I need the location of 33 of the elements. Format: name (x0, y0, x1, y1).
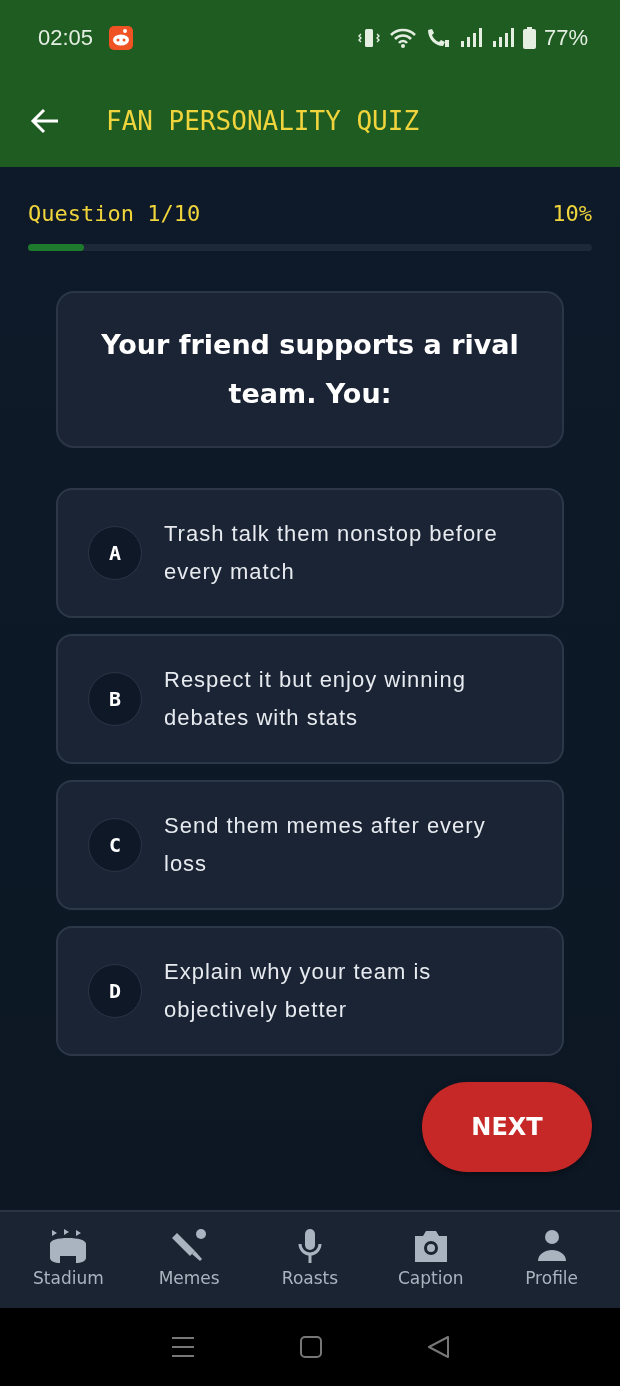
option-text: Trash talk them nonstop before every match (164, 520, 499, 587)
stadium-icon (49, 1228, 88, 1265)
battery-icon (522, 26, 536, 49)
menu-icon[interactable] (171, 1336, 195, 1358)
next-button[interactable]: NEXT (422, 1082, 592, 1173)
question-counter: Question 1/10 (28, 200, 201, 228)
battery-percent: 77% (543, 24, 588, 52)
option-text: Respect it but enjoy winning debates with stats (164, 666, 467, 733)
signal-icon (490, 26, 515, 49)
nav-tab[interactable]: Roasts (249, 1228, 371, 1292)
nav-tab[interactable]: Memes (128, 1228, 250, 1292)
answer-option[interactable]: B Respect it but enjoy winning debates with stats (56, 634, 564, 765)
nav-tab[interactable]: Stadium (8, 1228, 129, 1292)
question-card: Your friend supports a rival team. You: (56, 291, 564, 449)
answer-option[interactable]: D Explain why your team is objectively better (56, 926, 564, 1057)
progress-percent: 10% (552, 200, 592, 228)
option-letter: A (88, 526, 142, 581)
wifi-icon (388, 26, 417, 49)
nav-tab[interactable]: Caption (370, 1228, 492, 1292)
answer-option[interactable]: C Send them memes after every loss (56, 780, 564, 911)
nav-tab[interactable]: Profile (491, 1228, 612, 1292)
option-text: Send them memes after every loss (164, 812, 487, 879)
screen-title: FAN PERSONALITY QUIZ (106, 104, 420, 138)
option-letter: D (88, 964, 142, 1019)
option-text: Explain why your team is objectively better (164, 958, 433, 1025)
back-icon[interactable] (427, 1336, 449, 1358)
answer-option[interactable]: A Trash talk them nonstop before every match (56, 488, 564, 619)
clock: 02:05 (38, 24, 94, 52)
option-letter: C (88, 818, 142, 873)
option-letter: B (88, 672, 142, 727)
app-notification-icon (109, 25, 134, 50)
home-icon[interactable] (300, 1336, 322, 1358)
signal-icon (458, 26, 483, 49)
